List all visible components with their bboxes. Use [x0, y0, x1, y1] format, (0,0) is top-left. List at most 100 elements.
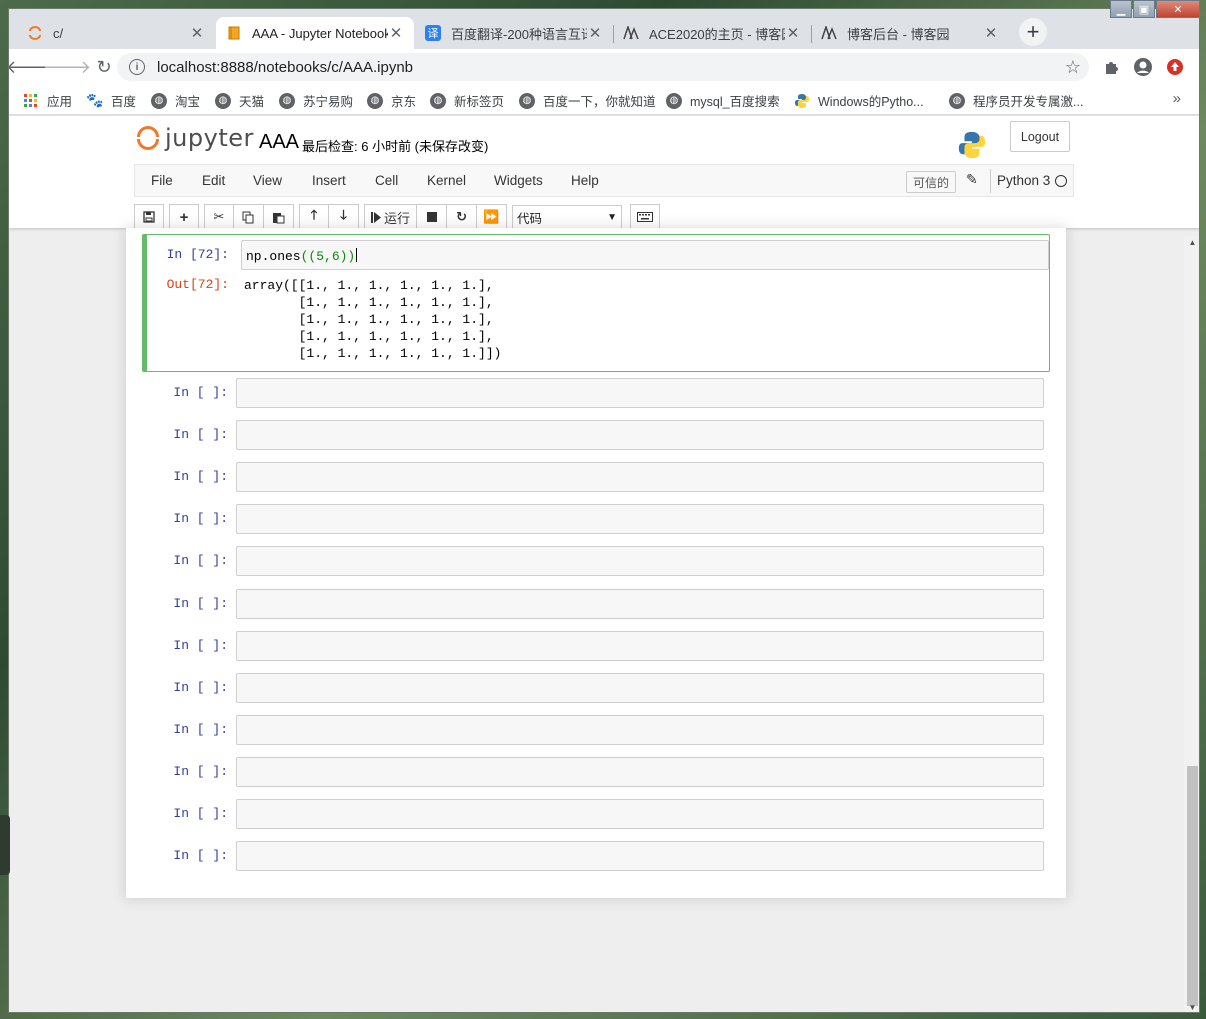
- profile-avatar-icon[interactable]: [1131, 55, 1155, 79]
- code-cell-empty[interactable]: In [ ]:: [142, 460, 1050, 496]
- code-cell-empty[interactable]: In [ ]:: [142, 797, 1050, 833]
- close-icon[interactable]: ✕: [189, 24, 205, 42]
- input-prompt: In [ ]:: [173, 680, 228, 695]
- scroll-up-arrow-icon[interactable]: ▲: [1184, 238, 1199, 247]
- minimize-button[interactable]: ▁: [1110, 0, 1132, 18]
- code-cell-empty[interactable]: In [ ]:: [142, 502, 1050, 538]
- code-editor[interactable]: [236, 420, 1044, 450]
- code-cell-selected[interactable]: In [72]: np.ones((5,6)) Out[72]: array([…: [142, 234, 1050, 372]
- maximize-button[interactable]: ▣: [1133, 0, 1155, 18]
- cut-button[interactable]: ✂: [204, 204, 234, 230]
- code-editor[interactable]: [236, 631, 1044, 661]
- jupyter-logo[interactable]: jupyter: [137, 124, 254, 152]
- code-editor[interactable]: [236, 589, 1044, 619]
- code-cell-empty[interactable]: In [ ]:: [142, 713, 1050, 749]
- code-cell-empty[interactable]: In [ ]:: [142, 839, 1050, 875]
- stop-icon: [426, 212, 437, 222]
- bookmark-tmall[interactable]: ◍ 天猫: [215, 91, 264, 110]
- window-close-button[interactable]: ✕: [1156, 0, 1200, 18]
- interrupt-button[interactable]: [417, 204, 448, 230]
- bookmark-taobao[interactable]: ◍ 淘宝: [151, 91, 200, 110]
- menu-kernel[interactable]: Kernel: [427, 173, 466, 188]
- copy-button[interactable]: [234, 204, 264, 230]
- code-editor[interactable]: [236, 673, 1044, 703]
- page-scrollbar[interactable]: ▲ ▼: [1184, 236, 1199, 1012]
- input-prompt: In [ ]:: [173, 848, 228, 863]
- move-down-button[interactable]: 🡓: [329, 204, 359, 230]
- code-editor[interactable]: [236, 715, 1044, 745]
- cell-type-select[interactable]: 代码 ▼: [512, 205, 623, 229]
- bookmark-label: mysql_百度搜索: [690, 95, 780, 109]
- code-editor[interactable]: [236, 841, 1044, 871]
- code-cell-empty[interactable]: In [ ]:: [142, 544, 1050, 580]
- code-editor[interactable]: [236, 504, 1044, 534]
- info-icon[interactable]: i: [129, 59, 145, 75]
- update-icon[interactable]: [1163, 55, 1187, 79]
- close-icon[interactable]: ✕: [388, 24, 404, 42]
- menu-file[interactable]: File: [151, 173, 173, 188]
- code-editor[interactable]: [236, 546, 1044, 576]
- move-up-button[interactable]: 🡑: [299, 204, 329, 230]
- tab-baidu-translate[interactable]: 译 百度翻译-200种语言互译 ✕: [415, 17, 613, 49]
- menu-insert[interactable]: Insert: [312, 173, 346, 188]
- bookmarks-more-button[interactable]: »: [1173, 90, 1181, 107]
- tab-aaa-notebook[interactable]: AAA - Jupyter Notebook ✕: [216, 17, 414, 49]
- scrollbar-thumb[interactable]: [1187, 766, 1198, 1006]
- code-text: np.ones: [246, 249, 301, 264]
- bookmark-mysql[interactable]: ◍ mysql_百度搜索: [666, 91, 780, 110]
- bookmark-dev-activation[interactable]: ◍ 程序员开发专属激...: [949, 91, 1083, 110]
- code-editor[interactable]: [236, 378, 1044, 408]
- menu-edit[interactable]: Edit: [202, 173, 225, 188]
- menu-widgets[interactable]: Widgets: [494, 173, 543, 188]
- notebook-name[interactable]: AAA: [259, 131, 299, 154]
- address-bar[interactable]: i localhost:8888/notebooks/c/AAA.ipynb ☆: [117, 53, 1089, 81]
- menu-cell[interactable]: Cell: [375, 173, 398, 188]
- code-cell-empty[interactable]: In [ ]:: [142, 671, 1050, 707]
- code-cell-empty[interactable]: In [ ]:: [142, 629, 1050, 665]
- bookmark-jd[interactable]: ◍ 京东: [367, 91, 416, 110]
- bookmark-new-tab-page[interactable]: ◍ 新标签页: [430, 91, 504, 110]
- tab-ace2020-home[interactable]: ACE2020的主页 - 博客园 ✕: [613, 17, 811, 49]
- command-palette-button[interactable]: [630, 204, 661, 230]
- bookmark-apps[interactable]: 应用: [23, 91, 72, 110]
- restart-run-all-button[interactable]: ⏩: [477, 204, 508, 230]
- back-arrow-icon[interactable]: 🡐: [9, 51, 54, 83]
- close-icon[interactable]: ✕: [983, 24, 999, 42]
- scroll-down-arrow-icon[interactable]: ▼: [1184, 1003, 1199, 1012]
- code-editor[interactable]: [236, 757, 1044, 787]
- restart-button[interactable]: ↻: [447, 204, 478, 230]
- pencil-icon[interactable]: ✎: [966, 171, 978, 188]
- jupyter-icon: [27, 25, 43, 41]
- bookmark-baidu-search[interactable]: ◍ 百度一下，你就知道: [519, 91, 656, 110]
- code-cell-empty[interactable]: In [ ]:: [142, 376, 1050, 412]
- save-button[interactable]: [134, 204, 164, 230]
- insert-cell-button[interactable]: +: [169, 204, 199, 230]
- logout-button[interactable]: Logout: [1010, 121, 1070, 152]
- code-cell-empty[interactable]: In [ ]:: [142, 587, 1050, 623]
- tab-blog-admin[interactable]: 博客后台 - 博客园 ✕: [811, 17, 1009, 49]
- code-cell-empty[interactable]: In [ ]:: [142, 755, 1050, 791]
- code-editor[interactable]: [236, 462, 1044, 492]
- run-button[interactable]: 运行: [364, 204, 418, 230]
- tab-c[interactable]: c/ ✕: [17, 17, 215, 49]
- code-cell-empty[interactable]: In [ ]:: [142, 418, 1050, 454]
- menu-help[interactable]: Help: [571, 173, 599, 188]
- input-prompt: In [ ]:: [173, 596, 228, 611]
- forward-arrow-icon[interactable]: 🡒: [43, 51, 91, 83]
- bookmark-baidu[interactable]: 🐾 百度: [86, 91, 136, 110]
- bookmark-windows-python[interactable]: Windows的Pytho...: [794, 91, 924, 110]
- code-editor[interactable]: np.ones((5,6)): [241, 240, 1049, 270]
- new-tab-button[interactable]: +: [1019, 18, 1047, 46]
- reload-icon[interactable]: ↻: [88, 51, 120, 83]
- menu-view[interactable]: View: [253, 173, 282, 188]
- close-icon[interactable]: ✕: [785, 24, 801, 42]
- code-editor[interactable]: [236, 799, 1044, 829]
- bookmark-label: Windows的Pytho...: [818, 95, 924, 109]
- tab-title: c/: [53, 25, 64, 41]
- extensions-icon[interactable]: [1099, 55, 1123, 79]
- bookmark-suning[interactable]: ◍ 苏宁易购: [279, 91, 353, 110]
- close-icon[interactable]: ✕: [587, 24, 603, 42]
- trusted-badge[interactable]: 可信的: [906, 171, 957, 193]
- paste-button[interactable]: [264, 204, 294, 230]
- star-icon[interactable]: ☆: [1065, 57, 1081, 78]
